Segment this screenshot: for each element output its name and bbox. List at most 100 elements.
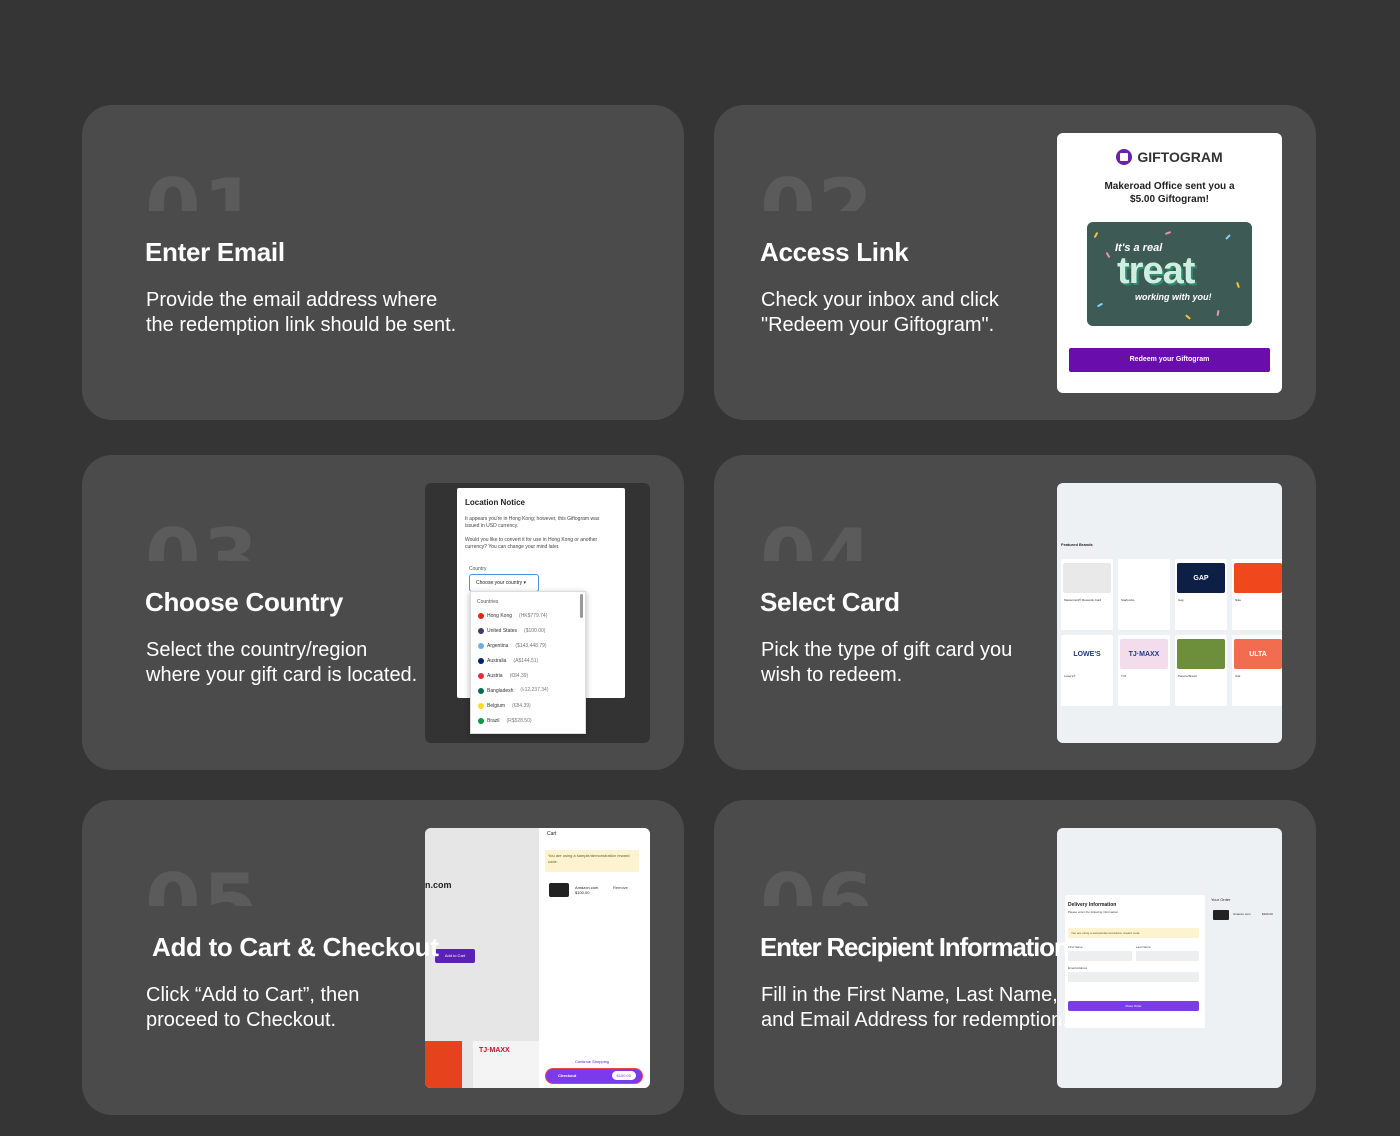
desc-line: Pick the type of gift card you <box>761 639 1013 661</box>
first-name-label: First Name <box>1068 945 1083 949</box>
flag-icon <box>478 612 484 619</box>
flag-icon <box>478 687 484 694</box>
step-description: Fill in the First Name, Last Name, and E… <box>761 983 1091 1033</box>
desc-line: the redemption link should be sent. <box>146 314 457 336</box>
country-select[interactable]: Choose your country ▾ <box>469 574 539 592</box>
step-title: Select Card <box>760 587 900 617</box>
form-subtext: Please enter the following information. <box>1068 910 1119 914</box>
order-item-name: Amazon.com <box>1233 912 1251 916</box>
country-option[interactable]: Bangladesh (৳12,237.34) <box>471 683 585 698</box>
desc-line: Fill in the First Name, Last Name, <box>761 984 1058 1006</box>
first-name-field[interactable] <box>1068 951 1132 961</box>
brands-heading: Featured Brands <box>1061 542 1093 547</box>
item-price: $100.00 <box>575 890 590 895</box>
step-card-4: 04 Select Card Pick the type of gift car… <box>714 455 1316 770</box>
desc-line: proceed to Checkout. <box>146 1009 337 1031</box>
order-item-price: $100.00 <box>1262 912 1273 916</box>
step-number: 02 <box>760 162 876 211</box>
brand-name: Panera Bread <box>1178 674 1197 678</box>
flag-icon <box>478 627 484 634</box>
brand-logo <box>1120 563 1168 593</box>
country-option[interactable]: Australia (A$144.51) <box>471 653 585 668</box>
step-description: Check your inbox and click "Redeem your … <box>761 288 1091 338</box>
gift-message: Makeroad Office sent you a $5.00 Giftogr… <box>1057 180 1282 206</box>
country-option[interactable]: Austria (€84.39) <box>471 668 585 683</box>
remove-button[interactable]: Remove <box>613 885 628 890</box>
desc-line: Click “Add to Cart”, then <box>146 984 360 1006</box>
brand-logo <box>1234 563 1282 593</box>
brand-logo <box>1177 639 1225 669</box>
country-option[interactable]: Argentina ($143,448.79) <box>471 638 585 653</box>
msg-line: $5.00 Giftogram! <box>1130 194 1209 205</box>
flag-icon <box>478 702 484 709</box>
demo-warning: You are using a sample/demonstration rew… <box>1068 928 1199 938</box>
country-name: Argentina <box>487 642 509 649</box>
brand-card[interactable]: ULTA Ulta <box>1232 635 1282 706</box>
country-name: Brazil <box>487 717 500 724</box>
country-price: (৳12,237.34) <box>520 686 549 693</box>
modal-heading: Location Notice <box>465 498 526 507</box>
country-option[interactable]: Belgium (€84.39) <box>471 698 585 713</box>
modal-text: Would you like to convert it for use in … <box>465 537 598 550</box>
cart-item-name: Amazon.com $100.00 <box>575 885 598 895</box>
gift-card-image: It's a real treat working with you! <box>1087 222 1252 326</box>
country-price: ($143,448.79) <box>515 642 547 649</box>
brand-card[interactable]: Nike <box>1232 559 1282 630</box>
flag-icon <box>478 672 484 679</box>
step-description: Click “Add to Cart”, then proceed to Che… <box>146 983 476 1033</box>
email-field[interactable] <box>1068 972 1199 982</box>
modal-text: It appears you're in Hong Kong; however,… <box>465 516 600 529</box>
product-domain: n.com <box>425 880 452 890</box>
desc-line: and Email Address for redemption. <box>761 1009 1068 1031</box>
desc-line: "Redeem your Giftogram". <box>761 314 995 336</box>
brand-name: Mastercard® Rewards Card <box>1064 598 1102 602</box>
brand-logo: ULTA <box>1234 639 1282 669</box>
continue-shopping-link[interactable]: Continue Shopping <box>575 1059 609 1064</box>
brand-card[interactable]: Starbucks <box>1118 559 1170 630</box>
checkout-label: Checkout <box>558 1073 577 1078</box>
brand-name: Gap <box>1178 598 1184 602</box>
country-dropdown[interactable]: Countries Hong Kong (HK$779.74) United Sta… <box>470 591 586 734</box>
flag-icon <box>478 657 484 664</box>
country-option[interactable]: United States ($100.00) <box>471 623 585 638</box>
country-price: (€84.39) <box>512 702 531 709</box>
flag-icon <box>478 717 484 724</box>
cart-screenshot: n.com Add to Cart TJ·MAXX Cart You are u… <box>425 828 650 1088</box>
scrollbar[interactable] <box>580 594 583 618</box>
brand-card[interactable]: TJ·MAXX TJX <box>1118 635 1170 706</box>
country-price: (R$528.50) <box>506 717 532 724</box>
desc-line: Provide the email address where <box>146 289 438 311</box>
step-title: Choose Country <box>145 587 344 617</box>
step-card-5: 05 n.com Add to Cart TJ·MAXX Cart You ar… <box>82 800 684 1115</box>
country-price: (HK$779.74) <box>519 612 548 619</box>
brand-tile: TJ·MAXX <box>473 1041 539 1088</box>
email-label: Email Address <box>1068 966 1088 970</box>
brand-name: Lowe's® <box>1064 674 1076 678</box>
redeem-button[interactable]: Redeem your Giftogram <box>1069 348 1270 372</box>
brand-logo <box>1063 563 1111 593</box>
country-name: Belgium <box>487 702 506 709</box>
order-heading: Your Order <box>1211 897 1231 902</box>
cart-panel: Cart You are using a sample/demonstratio… <box>539 828 650 1088</box>
brand-card[interactable]: GAP Gap <box>1175 559 1227 630</box>
step-title: Enter Recipient Information <box>760 932 1070 962</box>
brand-card[interactable]: Mastercard® Rewards Card <box>1061 559 1113 630</box>
country-option[interactable]: Hong Kong (HK$779.74) <box>471 608 585 623</box>
country-name: Austria <box>487 672 503 679</box>
last-name-field[interactable] <box>1136 951 1199 961</box>
country-name: United States <box>487 627 518 634</box>
card-text: treat <box>1117 250 1195 292</box>
gift-icon <box>1116 149 1133 165</box>
location-notice-screenshot: Location Notice It appears you're in Hon… <box>425 483 650 743</box>
brand-logo: GAP <box>1177 563 1225 593</box>
order-item-thumb <box>1213 910 1229 920</box>
cart-header: Cart <box>547 831 557 837</box>
add-to-cart-button[interactable]: Add to Cart <box>435 949 475 963</box>
country-option[interactable]: Brazil (R$528.50) <box>471 713 585 728</box>
list-header: Countries <box>477 599 499 605</box>
giftogram-email-screenshot: GIFTOGRAM Makeroad Office sent you a $5.… <box>1057 133 1282 393</box>
step-number: 01 <box>145 162 261 211</box>
brand-card[interactable]: LOWE'S Lowe's® <box>1061 635 1113 706</box>
checkout-button[interactable]: Checkout $100.00 <box>545 1068 643 1084</box>
brand-card[interactable]: Panera Bread <box>1175 635 1227 706</box>
